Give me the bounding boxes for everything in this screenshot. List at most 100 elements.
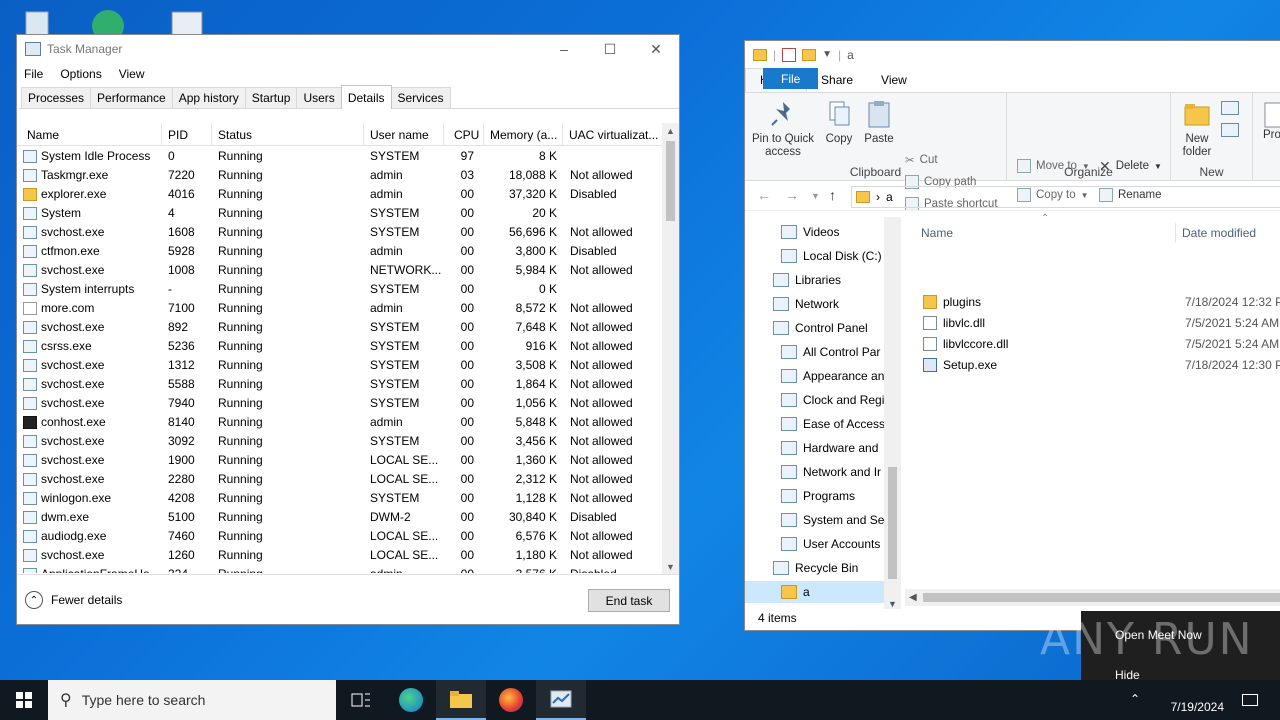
- nav-item[interactable]: All Control Par: [781, 341, 880, 363]
- table-row[interactable]: dwm.exe 5100 Running DWM-2 00 30,840 K Disable…: [17, 508, 665, 527]
- nav-item[interactable]: a: [745, 581, 884, 603]
- properties-icon[interactable]: [782, 47, 797, 62]
- tab-details[interactable]: Details: [340, 85, 392, 109]
- end-task-button[interactable]: End task: [588, 589, 670, 612]
- ribbon-tab-view[interactable]: View: [867, 68, 921, 92]
- nav-item[interactable]: Clock and Regi: [781, 389, 884, 411]
- table-row[interactable]: audiodg.exe 7460 Running LOCAL SE... 00 6,576…: [17, 527, 665, 546]
- menu-file[interactable]: File: [24, 67, 43, 81]
- taskbar-clock-date[interactable]: 7/19/2024: [1171, 700, 1224, 714]
- scroll-left-arrow-icon[interactable]: ◀: [909, 589, 917, 606]
- file-list-horizontal-scrollbar[interactable]: ◀: [905, 589, 1280, 606]
- table-row[interactable]: more.com 7100 Running admin 00 8,572 K Not all…: [17, 299, 665, 318]
- table-row[interactable]: ctfmon.exe 5928 Running admin 00 3,800 K Disab…: [17, 242, 665, 261]
- new-folder-icon[interactable]: [802, 48, 817, 61]
- tab-startup[interactable]: Startup: [244, 87, 298, 108]
- menu-options[interactable]: Options: [60, 67, 101, 81]
- column-header-memory[interactable]: Memory (a...: [484, 123, 563, 146]
- table-row[interactable]: svchost.exe 1608 Running SYSTEM 00 56,696 K No…: [17, 223, 665, 242]
- details-vertical-scrollbar[interactable]: ▲ ▼: [662, 123, 679, 575]
- table-row[interactable]: svchost.exe 5588 Running SYSTEM 00 1,864 K Not…: [17, 375, 665, 394]
- firefox-icon[interactable]: [486, 680, 536, 720]
- notifications-icon[interactable]: [1242, 694, 1258, 706]
- nav-item[interactable]: Appearance an: [781, 365, 884, 387]
- table-row[interactable]: svchost.exe 1260 Running LOCAL SE... 00 1,180…: [17, 546, 665, 565]
- column-header-date-modified[interactable]: Date modified: [1175, 223, 1256, 243]
- nav-item[interactable]: Videos: [781, 221, 839, 243]
- forward-arrow-icon[interactable]: →: [785, 187, 799, 203]
- fewer-details-toggle[interactable]: ⌃ Fewer details: [25, 591, 122, 609]
- ribbon-tab-file[interactable]: File: [763, 68, 819, 89]
- column-header-cpu[interactable]: CPU: [444, 123, 484, 146]
- nav-item[interactable]: User Accounts: [781, 533, 880, 555]
- tab-users[interactable]: Users: [296, 87, 342, 108]
- table-row[interactable]: winlogon.exe 4208 Running SYSTEM 00 1,128 K No…: [17, 489, 665, 508]
- minimize-button[interactable]: –: [541, 35, 587, 63]
- menu-view[interactable]: View: [119, 67, 145, 81]
- task-manager-taskbar-icon[interactable]: [536, 680, 586, 720]
- close-button[interactable]: ✕: [633, 35, 679, 63]
- table-row[interactable]: svchost.exe 1312 Running SYSTEM 00 3,508 K Not…: [17, 356, 665, 375]
- column-header-status[interactable]: Status: [212, 123, 364, 146]
- breadcrumb-current[interactable]: a: [886, 190, 893, 204]
- file-row[interactable]: libvlccore.dll 7/5/2021 5:24 AM: [923, 333, 1279, 354]
- table-row[interactable]: svchost.exe 1008 Running NETWORK... 00 5,984 …: [17, 261, 665, 280]
- nav-item[interactable]: Ease of Access: [781, 413, 885, 435]
- nav-item[interactable]: Network: [773, 293, 839, 315]
- table-row[interactable]: System Idle Process 0 Running SYSTEM 97 8 K: [17, 147, 665, 166]
- show-hidden-icons-chevron-icon[interactable]: ⌃: [1130, 692, 1140, 706]
- nav-item[interactable]: Control Panel: [773, 317, 868, 339]
- table-row[interactable]: svchost.exe 7940 Running SYSTEM 00 1,056 K Not…: [17, 394, 665, 413]
- nav-item[interactable]: Network and Ir: [781, 461, 881, 483]
- table-row[interactable]: svchost.exe 892 Running SYSTEM 00 7,648 K Not …: [17, 318, 665, 337]
- easy-access-icon[interactable]: [1221, 123, 1239, 137]
- table-row[interactable]: ApplicationFrameHo... 324 Running admin 00 3,…: [17, 565, 665, 573]
- back-arrow-icon[interactable]: ←: [757, 187, 771, 203]
- properties-button[interactable]: Prop: [1263, 99, 1280, 142]
- pin-to-quick-access-button[interactable]: Pin to Quick access: [751, 99, 815, 159]
- tab-processes[interactable]: Processes: [21, 87, 92, 108]
- table-row[interactable]: System 4 Running SYSTEM 00 20 K: [17, 204, 665, 223]
- customize-qat-chevron-icon[interactable]: ▼: [822, 49, 832, 60]
- nav-item[interactable]: Programs: [781, 485, 855, 507]
- new-item-icon[interactable]: [1221, 101, 1239, 115]
- file-row[interactable]: Setup.exe 7/18/2024 12:30 PM: [923, 354, 1280, 375]
- file-row[interactable]: libvlc.dll 7/5/2021 5:24 AM: [923, 312, 1279, 333]
- task-view-icon[interactable]: [336, 680, 386, 720]
- new-folder-button[interactable]: New folder: [1179, 99, 1215, 159]
- table-row[interactable]: svchost.exe 2280 Running LOCAL SE... 00 2,312…: [17, 470, 665, 489]
- scroll-down-arrow-icon[interactable]: ▼: [662, 559, 679, 575]
- recent-locations-chevron-icon[interactable]: ▼: [811, 191, 820, 201]
- nav-item[interactable]: Local Disk (C:): [781, 245, 882, 267]
- nav-item[interactable]: Recycle Bin: [773, 557, 858, 579]
- nav-item[interactable]: Libraries: [773, 269, 841, 291]
- column-header-name[interactable]: Name: [921, 223, 953, 243]
- table-row[interactable]: svchost.exe 1900 Running LOCAL SE... 00 1,360…: [17, 451, 665, 470]
- nav-item[interactable]: System and Se: [781, 509, 884, 531]
- table-row[interactable]: svchost.exe 3092 Running SYSTEM 00 3,456 K Not…: [17, 432, 665, 451]
- column-header-pid[interactable]: PID: [162, 123, 212, 146]
- table-row[interactable]: Taskmgr.exe 7220 Running admin 03 18,088 K Not…: [17, 166, 665, 185]
- scrollbar-thumb[interactable]: [923, 593, 1280, 602]
- up-arrow-icon[interactable]: ↑: [829, 187, 836, 203]
- copy-button[interactable]: Copy: [821, 99, 857, 146]
- maximize-button[interactable]: ☐: [587, 35, 633, 63]
- edge-icon[interactable]: [386, 680, 436, 720]
- tab-app-history[interactable]: App history: [171, 87, 246, 108]
- table-row[interactable]: csrss.exe 5236 Running SYSTEM 00 916 K Not all…: [17, 337, 665, 356]
- scrollbar-thumb[interactable]: [888, 467, 897, 579]
- start-button[interactable]: [0, 680, 48, 720]
- address-bar[interactable]: › a: [851, 186, 1280, 208]
- table-row[interactable]: conhost.exe 8140 Running admin 00 5,848 K Not …: [17, 413, 665, 432]
- nav-item[interactable]: Hardware and: [781, 437, 878, 459]
- file-row[interactable]: plugins 7/18/2024 12:32 PM: [923, 291, 1280, 312]
- taskbar-search-box[interactable]: ⚲ Type here to search: [48, 680, 336, 720]
- tab-performance[interactable]: Performance: [90, 87, 173, 108]
- column-header-name[interactable]: Name: [21, 123, 162, 146]
- column-header-uac[interactable]: UAC virtualizat...: [563, 123, 665, 146]
- table-row[interactable]: explorer.exe 4016 Running admin 00 37,320 K Di…: [17, 185, 665, 204]
- scroll-up-arrow-icon[interactable]: ▲: [662, 123, 679, 139]
- scrollbar-thumb[interactable]: [666, 141, 675, 221]
- column-header-user-name[interactable]: User name: [364, 123, 444, 146]
- table-row[interactable]: System interrupts - Running SYSTEM 00 0 K: [17, 280, 665, 299]
